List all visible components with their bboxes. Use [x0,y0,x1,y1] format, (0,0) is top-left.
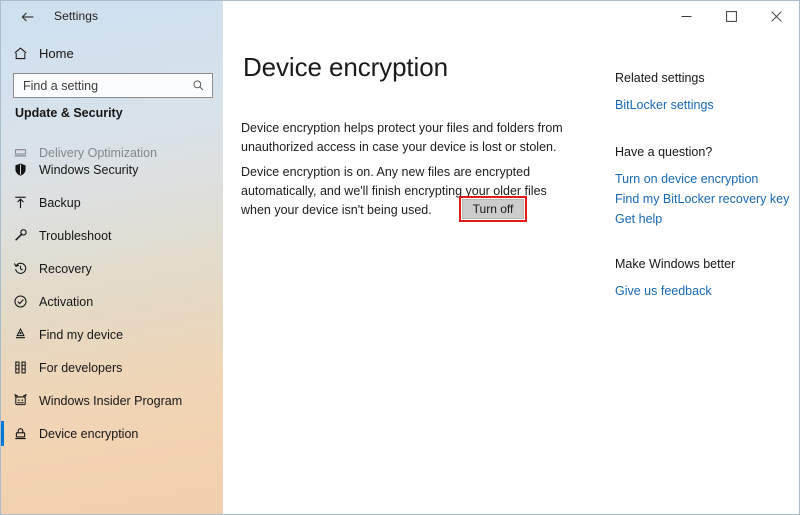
sidebar-item-label: Activation [39,294,94,309]
maximize-icon [726,11,737,22]
sidebar-item-label: Windows Insider Program [39,393,183,408]
sidebar-item-home[interactable]: Home [1,39,223,67]
sidebar: Home Update & Security [1,1,223,514]
minimize-button[interactable] [664,1,709,32]
sidebar-item-label: Troubleshoot [39,228,112,243]
backup-upload-icon [1,195,39,210]
check-circle-icon [1,294,39,309]
sidebar-item-activation[interactable]: Activation [1,285,223,318]
maximize-button[interactable] [709,1,754,32]
location-pin-icon [1,327,39,342]
sidebar-item-label: Find my device [39,327,124,342]
sidebar-item-home-label: Home [39,45,74,61]
sidebar-item-recovery[interactable]: Recovery [1,252,223,285]
main-content: Device encryption Device encryption help… [223,1,799,514]
wrench-icon [1,228,39,243]
search-field-wrapper[interactable] [13,73,213,98]
search-icon[interactable] [190,79,206,92]
minimize-icon [681,16,692,17]
sidebar-item-find-my-device[interactable]: Find my device [1,318,223,351]
sidebar-item-label: For developers [39,360,123,375]
link-find-my-bitlocker-recovery-key[interactable]: Find my BitLocker recovery key [615,189,799,209]
sidebar-item-label: Device encryption [39,426,139,441]
search-input[interactable] [23,78,190,93]
back-button[interactable] [7,2,49,31]
related-settings-rail: Related settings BitLocker settings Have… [615,71,799,301]
link-turn-on-device-encryption[interactable]: Turn on device encryption [615,169,799,189]
link-bitlocker-settings[interactable]: BitLocker settings [615,95,799,115]
related-settings-heading: Related settings [615,71,705,85]
link-get-help[interactable]: Get help [615,209,799,229]
shield-icon [1,162,39,177]
settings-window: Home Update & Security [0,0,800,515]
sidebar-item-device-encryption[interactable]: Device encryption [1,417,223,450]
sidebar-group-title: Update & Security [15,106,123,120]
developer-tools-icon [1,360,39,375]
window-controls [664,1,799,32]
link-give-us-feedback[interactable]: Give us feedback [615,281,799,301]
sidebar-item-windows-security[interactable]: Windows Security [1,153,223,186]
sidebar-item-windows-insider-program[interactable]: Windows Insider Program [1,384,223,417]
back-arrow-icon [21,12,34,21]
home-icon [1,46,39,61]
make-windows-better-heading: Make Windows better [615,257,736,271]
sidebar-item-for-developers[interactable]: For developers [1,351,223,384]
sidebar-item-label: Windows Security [39,162,139,177]
insider-ninjacat-icon [1,393,39,408]
sidebar-item-delivery-optimization[interactable]: Delivery Optimization [1,127,223,160]
history-clock-icon [1,261,39,276]
turn-off-button[interactable]: Turn off [462,199,524,219]
sidebar-nav-list: Delivery Optimization Windows Security B… [1,127,223,450]
close-button[interactable] [754,1,799,32]
app-title: Settings [54,9,99,23]
title-bar: Settings [1,1,799,32]
sidebar-item-backup[interactable]: Backup [1,186,223,219]
sidebar-item-troubleshoot[interactable]: Troubleshoot [1,219,223,252]
sidebar-item-label: Recovery [39,261,92,276]
description-paragraph-1: Device encryption helps protect your fil… [241,120,563,154]
close-icon [771,11,782,22]
have-a-question-heading: Have a question? [615,145,713,159]
padlock-icon [1,426,39,441]
page-title: Device encryption [243,52,448,83]
sidebar-item-label: Backup [39,195,81,210]
